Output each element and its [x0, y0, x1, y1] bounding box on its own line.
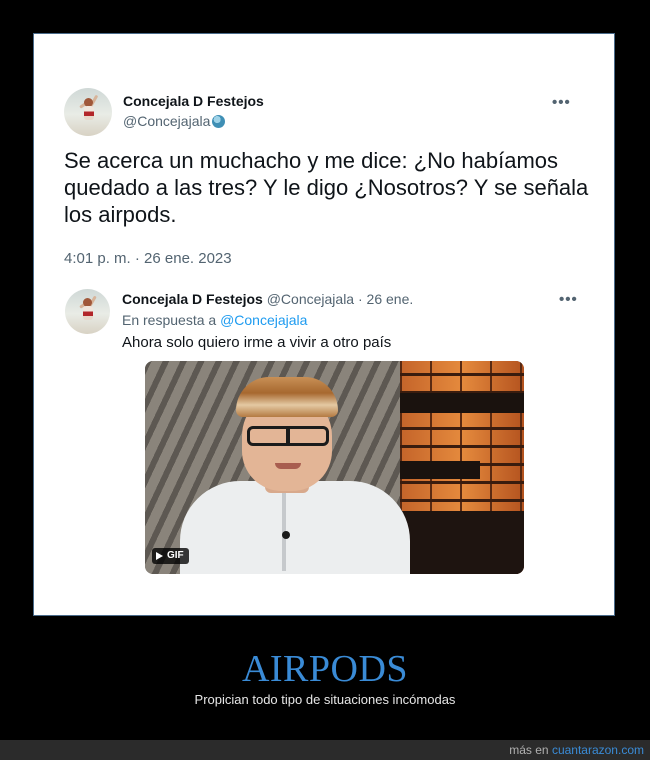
footer-site-link[interactable]: cuantarazon.com [552, 743, 644, 757]
gif-play-badge[interactable]: GIF [152, 548, 189, 564]
media-shelf [400, 393, 524, 413]
replying-to-line: En respuesta a @Concejajala [122, 312, 307, 328]
media-person-microphone [282, 531, 290, 539]
media-person-glasses [247, 426, 329, 446]
tweet-screenshot-frame: Concejala D Festejos @Concejajala ••• Se… [33, 33, 615, 616]
author-handle-text[interactable]: @Concejajala [123, 113, 210, 129]
reply-text: Ahora solo quiero irme a vivir a otro pa… [122, 334, 392, 351]
reply-author-avatar[interactable] [65, 289, 110, 334]
media-person-figure [170, 371, 410, 574]
replying-to-mention-link[interactable]: @Concejajala [220, 312, 307, 328]
meme-title: AIRPODS [241, 648, 409, 690]
reply-more-options-icon[interactable]: ••• [559, 291, 578, 308]
more-options-icon[interactable]: ••• [552, 94, 571, 111]
media-person-coat [180, 481, 410, 574]
media-person-headscarf [236, 377, 338, 417]
reply-author-name[interactable]: Concejala D Festejos [122, 291, 263, 307]
footer-bar: más en cuantarazon.com [0, 740, 650, 760]
play-icon [156, 552, 163, 560]
gif-badge-label: GIF [167, 550, 184, 561]
tweet-text: Se acerca un muchacho y me dice: ¿No hab… [64, 148, 589, 227]
media-shelf [400, 461, 480, 479]
footer-credit: más en cuantarazon.com [509, 743, 644, 757]
globe-emoji-icon [212, 115, 226, 128]
reply-separator: · [357, 291, 363, 307]
media-brick-wall [400, 361, 524, 574]
avatar-figure-body [83, 306, 93, 320]
reply-header: Concejala D Festejos @Concejajala · 26 e… [122, 291, 413, 307]
author-handle[interactable]: @Concejajala [123, 113, 226, 129]
media-dark-block [400, 511, 524, 574]
gif-media[interactable]: GIF [145, 361, 524, 574]
reply-date[interactable]: 26 ene. [367, 291, 414, 307]
meme-subtitle: Propician todo tipo de situaciones incóm… [194, 692, 456, 707]
author-avatar[interactable] [64, 88, 112, 136]
footer-prefix: más en [509, 743, 549, 757]
avatar-figure-body [84, 106, 94, 120]
tweet-timestamp[interactable]: 4:01 p. m. · 26 ene. 2023 [64, 250, 232, 267]
reply-author-handle[interactable]: @Concejajala [267, 291, 354, 307]
tweet-card: Concejala D Festejos @Concejajala ••• Se… [34, 34, 614, 615]
replying-to-label: En respuesta a [122, 312, 217, 328]
author-name[interactable]: Concejala D Festejos [123, 93, 264, 109]
media-person-mouth [275, 463, 301, 469]
